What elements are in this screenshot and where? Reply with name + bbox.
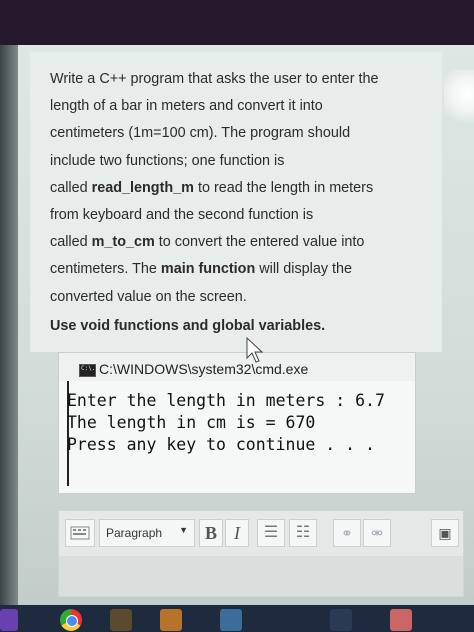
text-span: called bbox=[50, 179, 92, 196]
question-line: called read_length_m to read the length … bbox=[50, 175, 420, 202]
taskbar-app-icon[interactable] bbox=[160, 609, 182, 631]
link-icon[interactable]: ⚭ bbox=[333, 519, 361, 547]
visual-studio-icon[interactable] bbox=[0, 609, 18, 631]
numbered-list-icon[interactable]: ☷ bbox=[289, 519, 317, 547]
paragraph-label: Paragraph bbox=[106, 526, 163, 540]
question-line: from keyboard and the second function is bbox=[50, 207, 314, 224]
text-span: to read the length in meters bbox=[193, 179, 374, 196]
chevron-down-icon: ▼ bbox=[179, 525, 188, 535]
console-output: Enter the length in meters : 6.7 The len… bbox=[67, 390, 407, 456]
cmd-icon: C:\. bbox=[79, 364, 96, 377]
editor-toolbar: Paragraph ▼ B I ☰ ☷ ⚭ ⚮ ▣ bbox=[58, 510, 464, 558]
question-line: centimeters (1m=100 cm). The program sho… bbox=[50, 125, 351, 142]
keyboard-icon-graphic bbox=[70, 526, 90, 540]
console-title: C:\WINDOWS\system32\cmd.exe bbox=[99, 361, 309, 377]
taskbar-app-icon[interactable] bbox=[220, 609, 242, 631]
unlink-icon[interactable]: ⚮ bbox=[363, 519, 391, 547]
top-dark-area bbox=[0, 0, 474, 45]
image-icon[interactable]: ▣ bbox=[431, 519, 459, 547]
text-span: to convert the entered value into bbox=[154, 234, 365, 251]
cmd-icon-text: C:\. bbox=[81, 365, 96, 372]
question-line: include two functions; one function is bbox=[50, 152, 285, 169]
function-name-convert: m_to_cm bbox=[91, 234, 155, 251]
question-line: called m_to_cm to convert the entered va… bbox=[50, 229, 420, 256]
function-name-read: read_length_m bbox=[91, 179, 194, 196]
screen-glare bbox=[444, 70, 474, 130]
chrome-icon[interactable] bbox=[60, 609, 82, 631]
text-span: called bbox=[50, 234, 92, 251]
mouse-cursor-icon bbox=[246, 336, 264, 363]
paragraph-format-select[interactable]: Paragraph ▼ bbox=[99, 519, 195, 547]
taskbar bbox=[0, 605, 474, 632]
text-span: will display the bbox=[255, 261, 353, 278]
question-text: Write a C++ program that asks the user t… bbox=[50, 66, 420, 311]
text-span: centimeters. The bbox=[50, 261, 161, 278]
question-line: converted value on the screen. bbox=[50, 288, 247, 305]
console-line: Press any key to continue . . . bbox=[67, 435, 375, 454]
keyboard-icon[interactable] bbox=[65, 519, 95, 547]
question-line: Write a C++ program that asks the user t… bbox=[50, 71, 379, 87]
console-title-bar[interactable]: C:\. C:\WINDOWS\system32\cmd.exe bbox=[59, 353, 415, 381]
bullet-list-icon[interactable]: ☰ bbox=[257, 519, 285, 547]
monitor-bezel bbox=[0, 45, 18, 605]
main-function-label: main function bbox=[160, 261, 256, 278]
chrome-center bbox=[66, 615, 78, 627]
taskbar-app-icon[interactable] bbox=[390, 609, 412, 631]
taskbar-app-icon[interactable] bbox=[110, 609, 132, 631]
console-line: The length in cm is = 670 bbox=[67, 413, 316, 432]
void-functions-note: Use void functions and global variables. bbox=[50, 318, 326, 334]
question-line: length of a bar in meters and convert it… bbox=[50, 98, 323, 115]
question-line: centimeters. The main function will disp… bbox=[50, 256, 420, 283]
editor-text-area[interactable] bbox=[58, 556, 464, 597]
taskbar-app-icon[interactable] bbox=[330, 609, 352, 631]
italic-button[interactable]: I bbox=[225, 519, 249, 547]
console-window: C:\. C:\WINDOWS\system32\cmd.exe Enter t… bbox=[58, 352, 416, 494]
bold-button[interactable]: B bbox=[199, 519, 223, 547]
console-line: Enter the length in meters : 6.7 bbox=[67, 391, 385, 410]
